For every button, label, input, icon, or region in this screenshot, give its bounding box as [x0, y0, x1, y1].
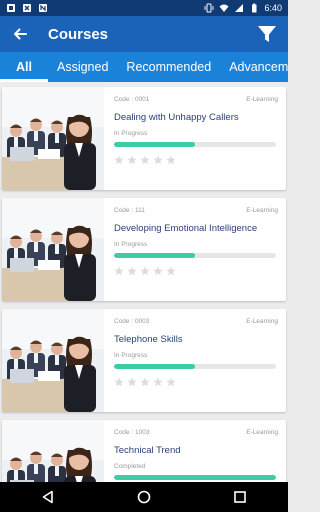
crossed-app-icon	[23, 4, 31, 12]
tab-assigned[interactable]: Assigned	[48, 52, 117, 82]
course-tabs: All Assigned Recommended Advancement	[0, 52, 288, 82]
cell-signal-icon	[235, 4, 244, 12]
square-recents-icon	[234, 491, 246, 503]
progress-bar	[114, 142, 276, 147]
status-bar: 6:40	[0, 0, 288, 16]
course-status: Completed	[114, 463, 146, 470]
course-status: In Progress	[114, 130, 148, 137]
star-icon[interactable]	[114, 377, 124, 387]
office-team-image	[2, 309, 104, 412]
course-thumbnail	[2, 309, 104, 412]
filter-icon	[258, 26, 276, 42]
star-icon[interactable]	[140, 266, 150, 276]
course-code: Code : 111	[114, 207, 145, 214]
course-thumbnail	[2, 198, 104, 301]
star-icon[interactable]	[153, 155, 163, 165]
star-icon[interactable]	[140, 377, 150, 387]
star-icon[interactable]	[166, 155, 176, 165]
nav-recents-button[interactable]	[231, 488, 249, 506]
course-card[interactable]: Code : 1003 E-Learning Technical Trend C…	[2, 420, 286, 482]
battery-icon	[252, 3, 257, 13]
progress-fill	[114, 142, 195, 147]
course-status: In Progress	[114, 352, 148, 359]
office-team-image	[2, 87, 104, 190]
star-icon[interactable]	[114, 155, 124, 165]
star-icon[interactable]	[166, 377, 176, 387]
course-card[interactable]: Code : 0001 E-Learning Dealing with Unha…	[2, 87, 286, 190]
rating-stars[interactable]	[114, 266, 278, 276]
course-list: Code : 0001 E-Learning Dealing with Unha…	[0, 82, 288, 482]
nav-back-button[interactable]	[39, 488, 57, 506]
star-icon[interactable]	[166, 266, 176, 276]
office-team-image	[2, 420, 104, 482]
vibrate-icon	[205, 3, 214, 13]
star-icon[interactable]	[127, 266, 137, 276]
course-title: Dealing with Unhappy Callers	[114, 112, 239, 123]
app-bar: Courses	[0, 16, 288, 52]
course-type: E-Learning	[246, 96, 278, 103]
notification-icon	[7, 4, 15, 12]
progress-bar	[114, 364, 276, 369]
progress-bar	[114, 475, 276, 480]
star-icon[interactable]	[127, 155, 137, 165]
course-thumbnail	[2, 87, 104, 190]
course-title: Telephone Skills	[114, 334, 183, 345]
progress-fill	[114, 475, 276, 480]
circle-home-icon	[137, 490, 151, 504]
wifi-icon	[219, 4, 229, 12]
filter-button[interactable]	[256, 23, 278, 45]
course-status: In Progress	[114, 241, 148, 248]
back-button[interactable]	[10, 24, 30, 44]
rating-stars[interactable]	[114, 377, 278, 387]
course-type: E-Learning	[246, 207, 278, 214]
course-code: Code : 0001	[114, 96, 150, 103]
star-icon[interactable]	[114, 266, 124, 276]
course-title: Developing Emotional Intelligence	[114, 223, 258, 234]
star-icon[interactable]	[140, 155, 150, 165]
course-code: Code : 0003	[114, 318, 150, 325]
rating-stars[interactable]	[114, 155, 278, 165]
tab-all[interactable]: All	[0, 52, 48, 82]
nav-home-button[interactable]	[135, 488, 153, 506]
arrow-left-icon	[14, 28, 27, 40]
office-team-image	[2, 198, 104, 301]
triangle-back-icon	[42, 490, 53, 504]
star-icon[interactable]	[127, 377, 137, 387]
progress-bar	[114, 253, 276, 258]
course-card[interactable]: Code : 111 E-Learning Developing Emotion…	[2, 198, 286, 301]
course-code: Code : 1003	[114, 429, 150, 436]
tab-advancement[interactable]: Advancement	[220, 52, 288, 82]
progress-fill	[114, 364, 195, 369]
star-icon[interactable]	[153, 266, 163, 276]
page-title: Courses	[48, 25, 109, 43]
course-title: Technical Trend	[114, 445, 181, 456]
course-thumbnail	[2, 420, 104, 482]
progress-fill	[114, 253, 195, 258]
star-icon[interactable]	[153, 377, 163, 387]
clock: 6:40	[264, 3, 282, 13]
tab-recommended[interactable]: Recommended	[117, 52, 220, 82]
course-type: E-Learning	[246, 429, 278, 436]
system-nav-bar	[0, 482, 288, 512]
n-app-icon	[39, 4, 47, 12]
course-card[interactable]: Code : 0003 E-Learning Telephone Skills …	[2, 309, 286, 412]
course-type: E-Learning	[246, 318, 278, 325]
